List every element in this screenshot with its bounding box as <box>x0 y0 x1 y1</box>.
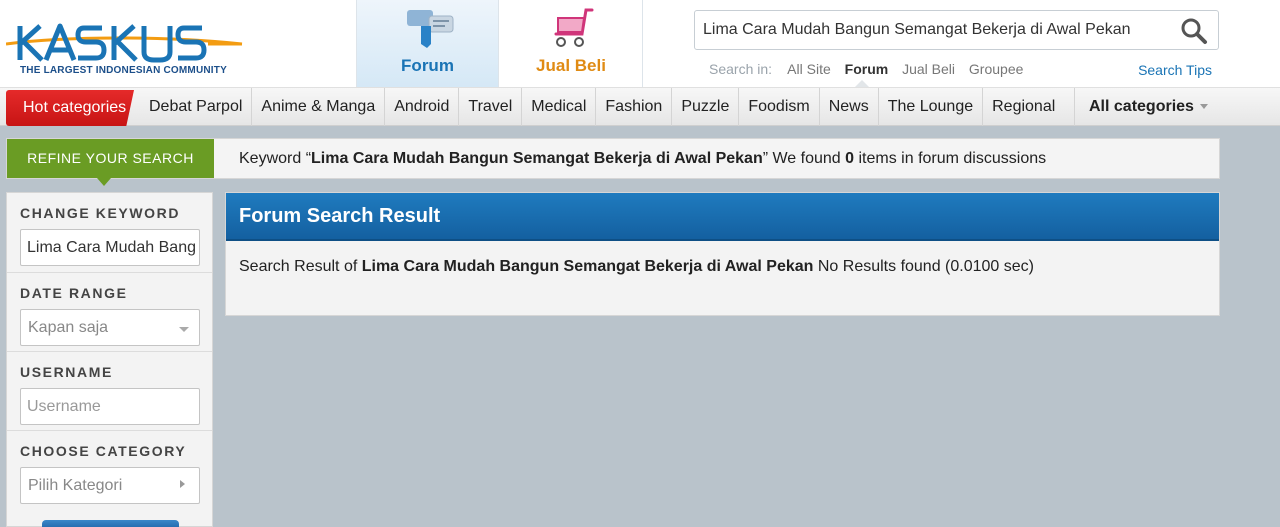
refine-sidebar: CHANGE KEYWORD DATE RANGE Kapan saja USE… <box>6 192 213 527</box>
refine-search-tab[interactable]: REFINE YOUR SEARCH <box>7 139 214 178</box>
username-section: USERNAME <box>7 351 212 425</box>
scope-forum[interactable]: Forum <box>845 61 889 77</box>
category-debat-parpol[interactable]: Debat Parpol <box>140 88 253 126</box>
category-android[interactable]: Android <box>385 88 460 126</box>
result-suffix: No Results found (0.0100 sec) <box>813 258 1034 275</box>
tab-jual-beli-label: Jual Beli <box>536 56 606 75</box>
category-medical[interactable]: Medical <box>522 88 597 126</box>
category-select[interactable]: Pilih Kategori <box>20 467 200 504</box>
global-search-input[interactable] <box>703 19 1173 41</box>
search-tips-link[interactable]: Search Tips <box>1138 62 1212 78</box>
username-field-wrap <box>20 388 200 425</box>
category-fashion[interactable]: Fashion <box>596 88 673 126</box>
result-message: Search Result of Lima Cara Mudah Bangun … <box>239 254 1059 279</box>
category-foodism[interactable]: Foodism <box>739 88 820 126</box>
change-keyword-title: CHANGE KEYWORD <box>20 205 181 221</box>
tab-jual-beli[interactable]: Jual Beli <box>500 0 643 87</box>
kaskus-wordmark-icon <box>6 23 243 63</box>
category-travel[interactable]: Travel <box>459 88 523 126</box>
search-in-label: Search in: <box>709 61 773 77</box>
scope-jual-beli[interactable]: Jual Beli <box>902 61 955 77</box>
refine-tab-pointer <box>97 178 111 186</box>
chevron-right-icon <box>180 480 185 488</box>
keyword-summary: Keyword “Lima Cara Mudah Bangun Semangat… <box>239 139 1046 178</box>
scope-indicator <box>855 80 869 87</box>
chevron-down-icon <box>179 327 189 332</box>
username-field[interactable] <box>27 397 195 417</box>
date-range-title: DATE RANGE <box>20 285 128 301</box>
chevron-down-icon <box>1199 104 1208 110</box>
keyword-prefix: Keyword “ <box>239 150 312 167</box>
tab-forum[interactable]: Forum <box>356 0 499 87</box>
tab-forum-label: Forum <box>401 56 454 75</box>
result-title: Forum Search Result <box>226 193 1219 241</box>
category-the-lounge[interactable]: The Lounge <box>879 88 984 126</box>
sidebar-search-button[interactable] <box>42 520 179 527</box>
category-regional[interactable]: Regional <box>983 88 1064 126</box>
all-categories-dropdown[interactable]: All categories <box>1074 88 1220 126</box>
result-prefix: Search Result of <box>239 258 362 275</box>
result-count: 0 <box>845 150 855 167</box>
keyword-value: Lima Cara Mudah Bangun Semangat Bekerja … <box>311 150 763 167</box>
search-icon[interactable] <box>1180 17 1208 45</box>
hot-categories-button[interactable]: Hot categories <box>6 90 134 126</box>
change-keyword-section: CHANGE KEYWORD <box>7 193 212 266</box>
date-range-select[interactable]: Kapan saja <box>20 309 200 346</box>
category-list: Debat Parpol Anime & Manga Android Trave… <box>140 88 1064 126</box>
date-range-value: Kapan saja <box>28 319 109 336</box>
scope-all-site[interactable]: All Site <box>787 61 831 77</box>
keyword-field-wrap <box>20 229 200 266</box>
category-puzzle[interactable]: Puzzle <box>672 88 740 126</box>
category-news[interactable]: News <box>820 88 879 126</box>
refine-bar: REFINE YOUR SEARCH Keyword “Lima Cara Mu… <box>6 138 1220 179</box>
shopping-cart-icon <box>554 8 594 47</box>
search-scope: Search in: All Site Forum Jual Beli Grou… <box>709 61 1033 77</box>
keyword-mid: ” We found <box>762 150 846 167</box>
category-anime-manga[interactable]: Anime & Manga <box>252 88 386 126</box>
logo-tagline: THE LARGEST INDONESIAN COMMUNITY <box>20 65 227 76</box>
keyword-field[interactable] <box>27 238 195 258</box>
category-bar: Hot categories Debat Parpol Anime & Mang… <box>0 87 1280 126</box>
username-title: USERNAME <box>20 364 113 380</box>
all-categories-label: All categories <box>1089 98 1194 115</box>
keyword-suffix: items in forum discussions <box>854 150 1047 167</box>
category-title: CHOOSE CATEGORY <box>20 443 187 459</box>
category-section: CHOOSE CATEGORY Pilih Kategori <box>7 430 212 504</box>
kaskus-logo[interactable]: THE LARGEST INDONESIAN COMMUNITY <box>6 22 246 78</box>
date-range-section: DATE RANGE Kapan saja <box>7 272 212 346</box>
site-header: THE LARGEST INDONESIAN COMMUNITY Forum J… <box>0 0 1280 87</box>
forum-icon <box>407 10 454 48</box>
global-search-box <box>694 10 1219 50</box>
category-value: Pilih Kategori <box>28 477 123 494</box>
scope-groupee[interactable]: Groupee <box>969 61 1023 77</box>
forum-search-result: Forum Search Result Search Result of Lim… <box>225 192 1220 316</box>
result-keyword: Lima Cara Mudah Bangun Semangat Bekerja … <box>361 258 814 275</box>
